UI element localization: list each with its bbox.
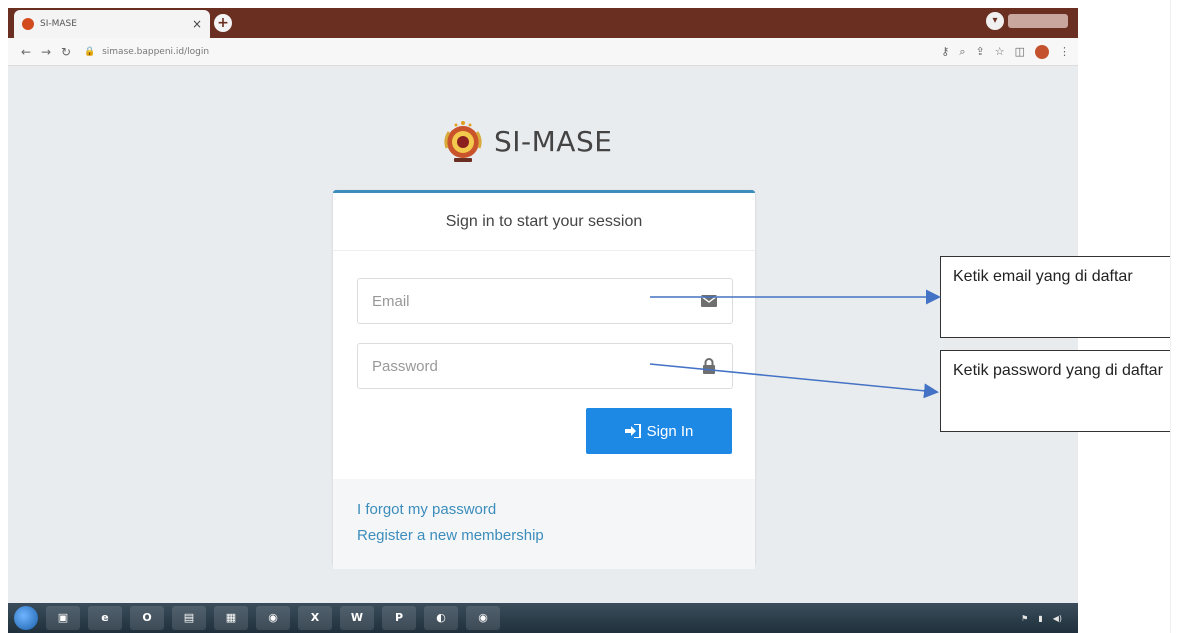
sign-in-icon	[624, 424, 641, 438]
forward-icon[interactable]: →	[36, 45, 56, 59]
password-input[interactable]	[372, 357, 700, 375]
taskbar-app-excel-icon[interactable]: X	[298, 606, 332, 630]
taskbar-app-word-icon[interactable]: W	[340, 606, 374, 630]
lock-icon: 🔒	[84, 46, 96, 57]
taskbar-app-chrome2-icon[interactable]: ◉	[466, 606, 500, 630]
login-message: Sign in to start your session	[445, 212, 643, 230]
register-membership-link[interactable]: Register a new membership	[357, 523, 731, 549]
tray-network-icon[interactable]: ▮	[1038, 614, 1042, 623]
address-bar: ← → ↻ 🔒 simase.bappeni.id/login ⚷ ⌕ ⇪ ☆ …	[8, 38, 1078, 66]
reload-icon[interactable]: ↻	[56, 45, 76, 59]
tab-close-icon[interactable]: ×	[192, 17, 202, 31]
taskbar-app-media-player-icon[interactable]: ◐	[424, 606, 458, 630]
login-card: Sign in to start your session Sign In I …	[333, 190, 755, 569]
share-icon[interactable]: ⇪	[976, 45, 985, 58]
sign-in-label: Sign In	[646, 422, 694, 440]
login-card-footer: I forgot my password Register a new memb…	[333, 479, 755, 569]
sidepanel-icon[interactable]: ◫	[1015, 45, 1025, 58]
key-icon[interactable]: ⚷	[941, 45, 949, 58]
password-instruction-callout: Ketik password yang di daftar	[940, 350, 1194, 432]
lock-icon	[700, 357, 718, 375]
email-input[interactable]	[372, 292, 700, 310]
password-input-group	[357, 343, 733, 389]
emblem-logo-icon	[444, 121, 482, 162]
taskbar-app-network-icon[interactable]: ▦	[214, 606, 248, 630]
system-tray: ⚑ ▮ ◀)	[1021, 614, 1072, 623]
login-card-header: Sign in to start your session	[333, 193, 755, 251]
sign-in-button[interactable]: Sign In	[586, 408, 732, 454]
title-bar: SI-MASE × + ▾	[8, 8, 1078, 38]
taskbar-app-powerpoint-icon[interactable]: P	[382, 606, 416, 630]
url-field[interactable]: 🔒 simase.bappeni.id/login	[84, 47, 209, 57]
envelope-icon	[700, 292, 718, 310]
url-text: simase.bappeni.id/login	[102, 46, 210, 57]
tray-volume-icon[interactable]: ◀)	[1053, 614, 1062, 623]
brand-header: SI-MASE	[440, 118, 612, 164]
email-input-group	[357, 278, 733, 324]
site-favicon-icon	[22, 18, 34, 30]
screenshot-stage: SI-MASE × + ▾ ← → ↻ 🔒 simase.bappeni.id/…	[0, 0, 1194, 633]
window-buttons[interactable]	[1008, 14, 1068, 28]
forgot-password-link[interactable]: I forgot my password	[357, 497, 731, 523]
start-button[interactable]	[14, 606, 38, 630]
address-bar-icons: ⚷ ⌕ ⇪ ☆ ◫ ⋮	[941, 44, 1070, 59]
taskbar-app-ie-icon[interactable]: e	[88, 606, 122, 630]
taskbar-app-folder-icon[interactable]: ▤	[172, 606, 206, 630]
os-taskbar: ▣ e O ▤ ▦ ◉ X W P ◐ ◉ ⚑ ▮ ◀)	[8, 603, 1078, 633]
brand-name: SI-MASE	[494, 124, 613, 158]
right-margin	[1170, 0, 1194, 633]
tab-title: SI-MASE	[40, 19, 77, 29]
profile-icon[interactable]: ▾	[986, 12, 1004, 30]
account-avatar[interactable]	[1035, 44, 1049, 59]
taskbar-app-chrome-icon[interactable]: ◉	[256, 606, 290, 630]
taskbar-app-media-icon[interactable]: ▣	[46, 606, 80, 630]
taskbar-app-opera-icon[interactable]: O	[130, 606, 164, 630]
bookmark-star-icon[interactable]: ☆	[995, 45, 1005, 58]
window-controls: ▾	[986, 12, 1068, 30]
tray-flag-icon[interactable]: ⚑	[1021, 614, 1028, 623]
back-icon[interactable]: ←	[16, 45, 36, 59]
email-instruction-callout: Ketik email yang di daftar	[940, 256, 1194, 338]
browser-tab[interactable]: SI-MASE ×	[14, 10, 210, 38]
menu-kebab-icon[interactable]: ⋮	[1059, 45, 1070, 58]
zoom-icon[interactable]: ⌕	[959, 45, 965, 59]
new-tab-button[interactable]: +	[214, 14, 232, 32]
